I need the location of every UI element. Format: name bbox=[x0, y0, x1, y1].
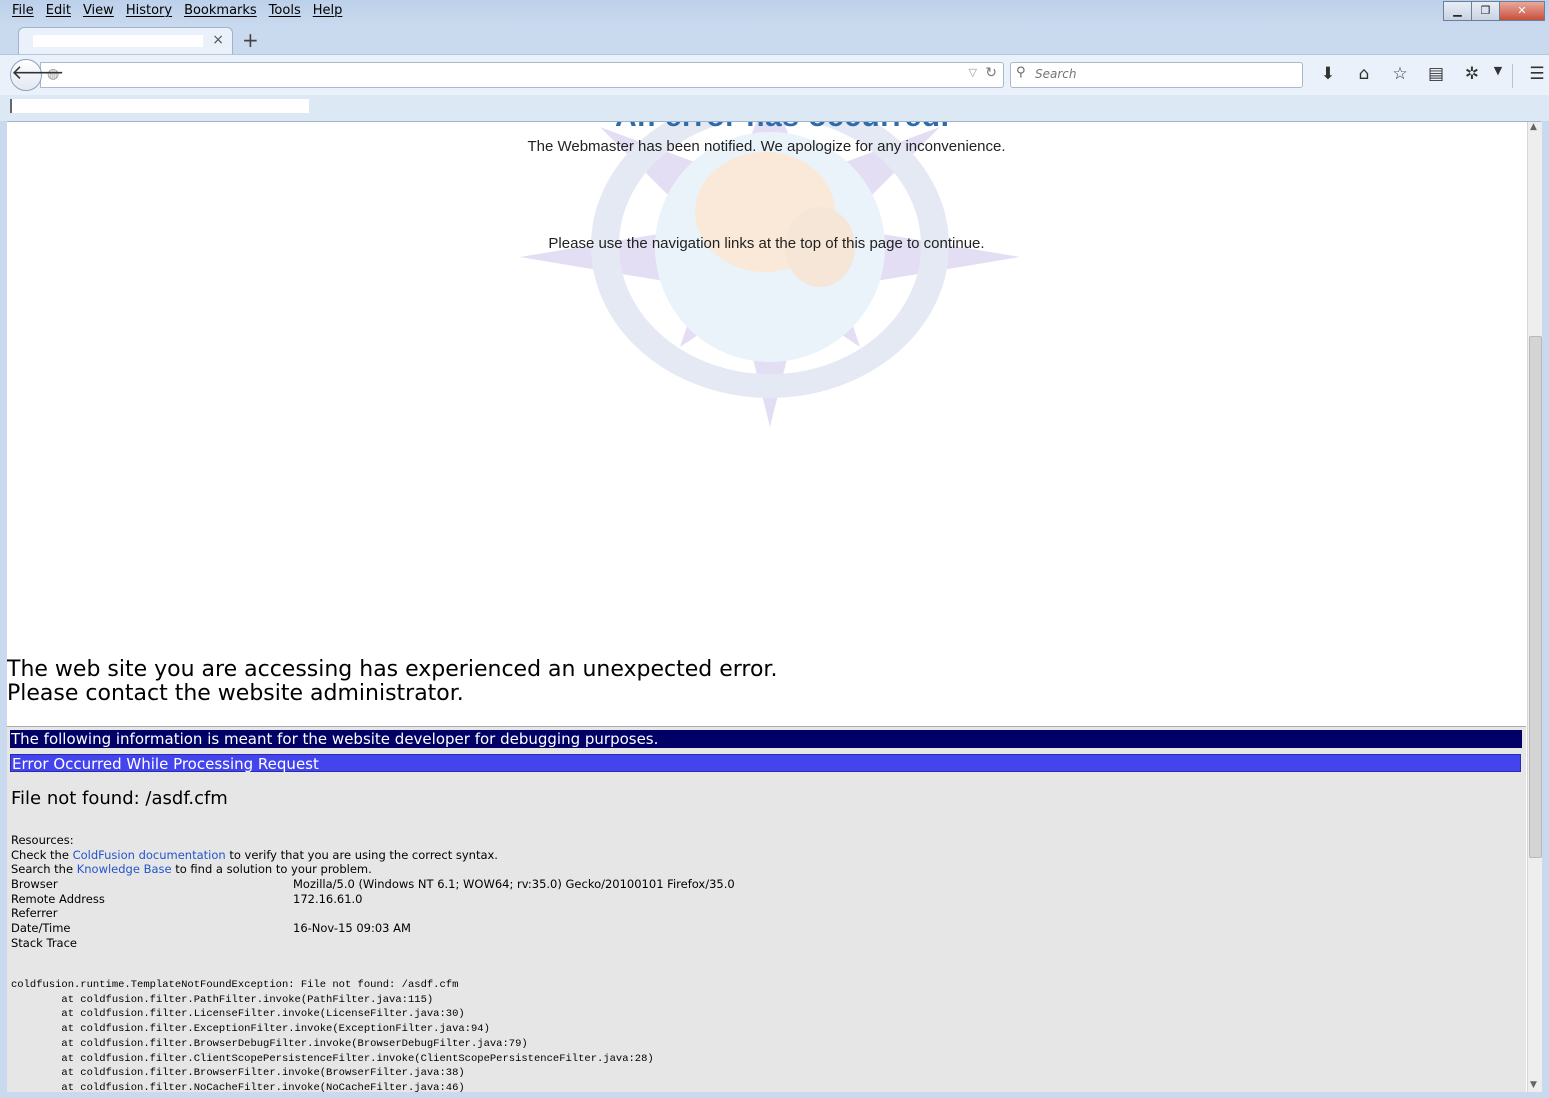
new-tab-button[interactable]: + bbox=[242, 28, 259, 52]
addon-icon[interactable]: ✲ bbox=[1454, 64, 1490, 88]
menu-icon[interactable]: ☰ bbox=[1519, 64, 1549, 88]
reload-icon[interactable]: ↻ bbox=[985, 65, 997, 81]
tab-title bbox=[33, 35, 203, 47]
bookmark-star-icon[interactable]: ☆ bbox=[1382, 64, 1418, 88]
reading-list-icon[interactable]: ▤ bbox=[1418, 64, 1454, 88]
search-icon: ⚲ bbox=[1016, 65, 1026, 80]
navigation-notice: Please use the navigation links at the t… bbox=[548, 235, 985, 252]
stack-trace: coldfusion.runtime.TemplateNotFoundExcep… bbox=[11, 978, 654, 1092]
resources-doc-line: Check the ColdFusion documentation to ve… bbox=[11, 848, 498, 863]
error-line-2: Please contact the website administrator… bbox=[7, 681, 464, 706]
resources-section: Resources: Check the ColdFusion document… bbox=[11, 833, 498, 877]
window-frame-left bbox=[0, 121, 7, 1098]
scroll-up-icon[interactable]: ▲ bbox=[1530, 122, 1537, 132]
trace-line: at coldfusion.filter.BrowserDebugFilter.… bbox=[11, 1037, 528, 1050]
error-message: The web site you are accessing has exper… bbox=[7, 658, 777, 706]
window-controls: ▁ ❐ ✕ bbox=[1443, 1, 1545, 21]
window-frame-bottom bbox=[0, 1092, 1549, 1098]
field-value: 172.16.61.0 bbox=[293, 892, 363, 906]
navigation-toolbar: ◍ ▽ ↻ 🡐 ⚲ ⬇ ⌂ ☆ ▤ ✲ ▼ ☰ bbox=[0, 54, 1549, 95]
error-line-1: The web site you are accessing has exper… bbox=[7, 657, 778, 682]
knowledge-base-link[interactable]: Knowledge Base bbox=[77, 862, 172, 876]
resources-kb-line: Search the Knowledge Base to find a solu… bbox=[11, 862, 498, 877]
field-key: Date/Time bbox=[11, 921, 71, 935]
title-bar: File Edit View History Bookmarks Tools H… bbox=[0, 0, 1549, 24]
trace-line: coldfusion.runtime.TemplateNotFoundExcep… bbox=[11, 979, 459, 991]
debug-info-bar: The following information is meant for t… bbox=[10, 730, 1522, 748]
trace-line: at coldfusion.filter.BrowserFilter.invok… bbox=[11, 1067, 465, 1080]
dropdown-icon[interactable]: ▽ bbox=[969, 66, 977, 79]
search-input[interactable] bbox=[1033, 66, 1297, 82]
page-heading: An error has occurred. bbox=[615, 122, 949, 134]
kb-line-prefix: Search the bbox=[11, 862, 77, 877]
menu-view[interactable]: View bbox=[77, 2, 120, 19]
restore-button[interactable]: ❐ bbox=[1471, 1, 1500, 21]
menu-tools[interactable]: Tools bbox=[263, 2, 307, 19]
trace-line: at coldfusion.filter.ClientScopePersiste… bbox=[11, 1052, 654, 1065]
error-title-bar: Error Occurred While Processing Request bbox=[10, 754, 1521, 773]
doc-line-prefix: Check the bbox=[11, 847, 73, 862]
coldfusion-documentation-link[interactable]: ColdFusion documentation bbox=[73, 848, 226, 862]
menu-edit[interactable]: Edit bbox=[40, 2, 77, 19]
resources-label: Resources: bbox=[11, 833, 74, 847]
kb-line-suffix: to find a solution to your problem. bbox=[171, 862, 372, 877]
menu-bar: File Edit View History Bookmarks Tools H… bbox=[6, 2, 348, 19]
watermark-seal bbox=[520, 122, 1020, 427]
toolbar-separator bbox=[1512, 64, 1513, 88]
doc-line-suffix: to verify that you are using the correct… bbox=[225, 847, 498, 862]
vertical-scrollbar[interactable]: ▲ ▼ bbox=[1527, 122, 1542, 1092]
close-tab-icon[interactable]: × bbox=[212, 32, 224, 48]
field-key: Remote Address bbox=[11, 892, 105, 906]
debug-panel: The following information is meant for t… bbox=[7, 726, 1526, 1092]
trace-line: at coldfusion.filter.ExceptionFilter.inv… bbox=[11, 1023, 490, 1036]
scrollbar-thumb[interactable] bbox=[1529, 336, 1542, 858]
webmaster-notice: The Webmaster has been notified. We apol… bbox=[527, 138, 1006, 155]
download-icon[interactable]: ⬇ bbox=[1310, 64, 1346, 88]
trace-line: at coldfusion.filter.LicenseFilter.invok… bbox=[11, 1008, 465, 1021]
browser-chrome: File Edit View History Bookmarks Tools H… bbox=[0, 0, 1549, 122]
menu-bookmarks[interactable]: Bookmarks bbox=[178, 2, 263, 19]
file-not-found-message: File not found: /asdf.cfm bbox=[11, 788, 228, 809]
trace-line: at coldfusion.filter.NoCacheFilter.invok… bbox=[11, 1081, 465, 1092]
field-value: 16-Nov-15 09:03 AM bbox=[293, 921, 411, 935]
bookmark-item[interactable] bbox=[10, 99, 309, 113]
search-box[interactable]: ⚲ bbox=[1010, 62, 1303, 88]
menu-file[interactable]: File bbox=[6, 2, 40, 19]
back-icon: 🡐 bbox=[11, 60, 65, 84]
window-frame-right bbox=[1541, 121, 1549, 1098]
toolbar-icons: ⬇ ⌂ ☆ ▤ ✲ ▼ ☰ bbox=[1310, 64, 1549, 88]
field-key: Stack Trace bbox=[11, 936, 78, 950]
page-viewport: An error has occurred. The Webmaster has… bbox=[7, 122, 1526, 1092]
back-button[interactable]: 🡐 bbox=[10, 59, 65, 91]
chevron-down-icon[interactable]: ▼ bbox=[1490, 64, 1506, 88]
browser-tab[interactable]: × bbox=[18, 27, 233, 54]
menu-help[interactable]: Help bbox=[307, 2, 349, 19]
close-window-button[interactable]: ✕ bbox=[1499, 1, 1545, 21]
home-icon[interactable]: ⌂ bbox=[1346, 64, 1382, 88]
url-bar[interactable]: ◍ ▽ ↻ bbox=[40, 62, 1004, 88]
minimize-button[interactable]: ▁ bbox=[1443, 1, 1472, 21]
bookmarks-toolbar bbox=[0, 95, 1549, 121]
scroll-down-icon[interactable]: ▼ bbox=[1530, 1080, 1537, 1090]
field-key: Browser bbox=[11, 877, 58, 891]
menu-history[interactable]: History bbox=[120, 2, 178, 19]
trace-line: at coldfusion.filter.PathFilter.invoke(P… bbox=[11, 993, 434, 1006]
field-value: Mozilla/5.0 (Windows NT 6.1; WOW64; rv:3… bbox=[293, 877, 735, 891]
field-key: Referrer bbox=[11, 906, 58, 920]
